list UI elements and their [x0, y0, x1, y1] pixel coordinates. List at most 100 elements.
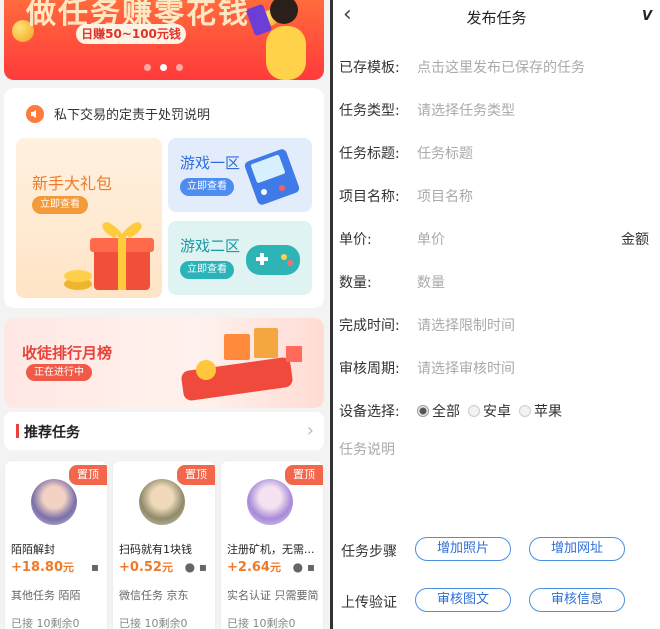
- avatar: [139, 479, 185, 525]
- publish-task-panel: ‹ 发布任务 V 已存模板: 点击这里发布已保存的任务 任务类型: 请选择任务类…: [333, 0, 660, 629]
- carousel-dot[interactable]: [144, 64, 151, 71]
- field-label: 任务标题:: [339, 146, 400, 162]
- task-remaining: 已接 10剩余0: [11, 617, 80, 629]
- pinned-badge: 置顶: [69, 465, 107, 485]
- verify-label: 上传验证: [341, 595, 397, 611]
- avatar: [31, 479, 77, 525]
- steps-label: 任务步骤: [341, 544, 397, 560]
- gift-view-button[interactable]: 立即查看: [32, 196, 88, 214]
- quantity-input[interactable]: 数量: [417, 272, 445, 292]
- avatar: [247, 479, 293, 525]
- review-period-select[interactable]: 请选择审核时间: [417, 358, 515, 378]
- task-description-textarea[interactable]: 任务说明: [339, 439, 395, 459]
- screen: 做任务赚零花钱 日赚50~100元钱 私下交易的定责于处罚说明 新手大礼包 立即…: [0, 0, 660, 629]
- task-title-field[interactable]: 任务标题: 任务标题: [339, 143, 659, 165]
- task-type-field[interactable]: 任务类型: 请选择任务类型: [339, 100, 659, 122]
- field-label: 完成时间:: [339, 318, 400, 334]
- android-icon: ▪: [90, 560, 99, 574]
- notice-link[interactable]: 私下交易的定责于处罚说明: [26, 104, 210, 123]
- task-name: 扫码就有1块钱: [119, 543, 192, 556]
- task-type-select[interactable]: 请选择任务类型: [417, 100, 515, 120]
- game-zone-1-card[interactable]: 游戏一区 立即查看: [168, 138, 312, 212]
- field-label: 已存模板:: [339, 60, 400, 76]
- task-remaining: 已接 10剩余0: [119, 617, 188, 629]
- field-label: 单价:: [339, 232, 372, 248]
- template-input[interactable]: 点击这里发布已保存的任务: [417, 57, 585, 77]
- task-card[interactable]: 置顶 扫码就有1块钱 +0.52元 ● ▪ 微信任务 京东 已接 10剩余0: [112, 460, 216, 629]
- amount-unit: 金额: [621, 232, 649, 248]
- rank-title: 收徒排行月榜: [22, 344, 113, 362]
- banner-pill: 日赚50~100元钱: [76, 24, 186, 44]
- vip-logo-icon: V: [641, 9, 652, 24]
- task-remaining: 已接 10剩余0: [227, 617, 296, 629]
- device-radio-group: 全部 安卓 苹果: [417, 401, 562, 421]
- field-label: 数量:: [339, 275, 372, 291]
- review-text-button[interactable]: 审核图文: [415, 588, 511, 612]
- field-label: 任务类型:: [339, 103, 400, 119]
- zone2-view-button[interactable]: 立即查看: [180, 261, 234, 279]
- project-name-input[interactable]: 项目名称: [417, 186, 473, 206]
- recommended-header[interactable]: 推荐任务 ›: [4, 412, 324, 450]
- radio-unchecked-icon[interactable]: [519, 405, 531, 417]
- girl-phone-illustration: [246, 0, 306, 80]
- apprentice-rank-banner[interactable]: 收徒排行月榜 正在进行中: [4, 318, 324, 408]
- recommended-title: 推荐任务: [24, 425, 80, 441]
- unit-price-field[interactable]: 单价: 单价 金额: [339, 229, 659, 251]
- apple-android-icons: ● ▪: [184, 560, 207, 574]
- chevron-right-icon[interactable]: ›: [307, 420, 314, 441]
- task-tags: 实名认证 只需要简: [227, 589, 319, 602]
- zone1-title: 游戏一区: [180, 154, 241, 172]
- finish-time-select[interactable]: 请选择限制时间: [417, 315, 515, 335]
- apple-android-icons: ● ▪: [292, 560, 315, 574]
- task-name: 注册矿机，无需...: [227, 543, 315, 556]
- device-field: 设备选择: 全部 安卓 苹果: [339, 401, 659, 423]
- quantity-field[interactable]: 数量: 数量: [339, 272, 659, 294]
- project-name-field[interactable]: 项目名称: 项目名称: [339, 186, 659, 208]
- promo-banner[interactable]: 做任务赚零花钱 日赚50~100元钱: [4, 0, 324, 80]
- field-label: 设备选择:: [339, 404, 400, 420]
- radio-unchecked-icon[interactable]: [468, 405, 480, 417]
- task-price: +2.64元: [227, 560, 281, 575]
- finish-time-field[interactable]: 完成时间: 请选择限制时间: [339, 315, 659, 337]
- newbie-gift-card[interactable]: 新手大礼包 立即查看: [16, 138, 162, 298]
- zone2-title: 游戏二区: [180, 237, 241, 255]
- task-tags: 其他任务 陌陌: [11, 589, 81, 602]
- game-zone-2-card[interactable]: 游戏二区 立即查看: [168, 221, 312, 295]
- review-info-button[interactable]: 审核信息: [529, 588, 625, 612]
- pinned-badge: 置顶: [285, 465, 323, 485]
- zone1-view-button[interactable]: 立即查看: [180, 178, 234, 196]
- review-period-field[interactable]: 审核周期: 请选择审核时间: [339, 358, 659, 380]
- rank-status-button[interactable]: 正在进行中: [26, 364, 92, 381]
- carousel-dot-active[interactable]: [160, 64, 167, 71]
- page-title: 发布任务: [466, 9, 527, 27]
- device-radio-all[interactable]: 全部: [417, 401, 460, 421]
- task-title-input[interactable]: 任务标题: [417, 143, 473, 163]
- notice-text: 私下交易的定责于处罚说明: [54, 108, 211, 123]
- pinned-badge: 置顶: [177, 465, 215, 485]
- task-price: +18.80元: [11, 560, 75, 575]
- template-field[interactable]: 已存模板: 点击这里发布已保存的任务: [339, 57, 659, 79]
- handheld-console-icon: [244, 149, 300, 205]
- radio-checked-icon[interactable]: [417, 405, 429, 417]
- device-radio-apple[interactable]: 苹果: [519, 401, 562, 421]
- nav-bar: ‹ 发布任务 V: [333, 0, 660, 33]
- home-panel: 做任务赚零花钱 日赚50~100元钱 私下交易的定责于处罚说明 新手大礼包 立即…: [0, 0, 330, 629]
- task-card[interactable]: 置顶 陌陌解封 +18.80元 ▪ 其他任务 陌陌 已接 10剩余0: [4, 460, 108, 629]
- unit-price-input[interactable]: 单价: [417, 229, 445, 249]
- carousel-dot[interactable]: [176, 64, 183, 71]
- field-label: 审核周期:: [339, 361, 400, 377]
- task-card[interactable]: 置顶 注册矿机，无需... +2.64元 ● ▪ 实名认证 只需要简 已接 10…: [220, 460, 324, 629]
- gift-box-icon: [64, 222, 154, 290]
- device-radio-android[interactable]: 安卓: [468, 401, 511, 421]
- add-url-button[interactable]: 增加网址: [529, 537, 625, 561]
- task-name: 陌陌解封: [11, 543, 55, 556]
- task-tags: 微信任务 京东: [119, 589, 189, 602]
- gift-title: 新手大礼包: [32, 174, 113, 193]
- speaker-icon: [26, 104, 44, 123]
- add-photo-button[interactable]: 增加照片: [415, 537, 511, 561]
- phone-gifts-illustration: [181, 328, 302, 401]
- field-label: 项目名称:: [339, 189, 400, 205]
- task-price: +0.52元: [119, 560, 173, 575]
- gamepad-icon: [246, 245, 300, 275]
- carousel-dots: [144, 64, 183, 71]
